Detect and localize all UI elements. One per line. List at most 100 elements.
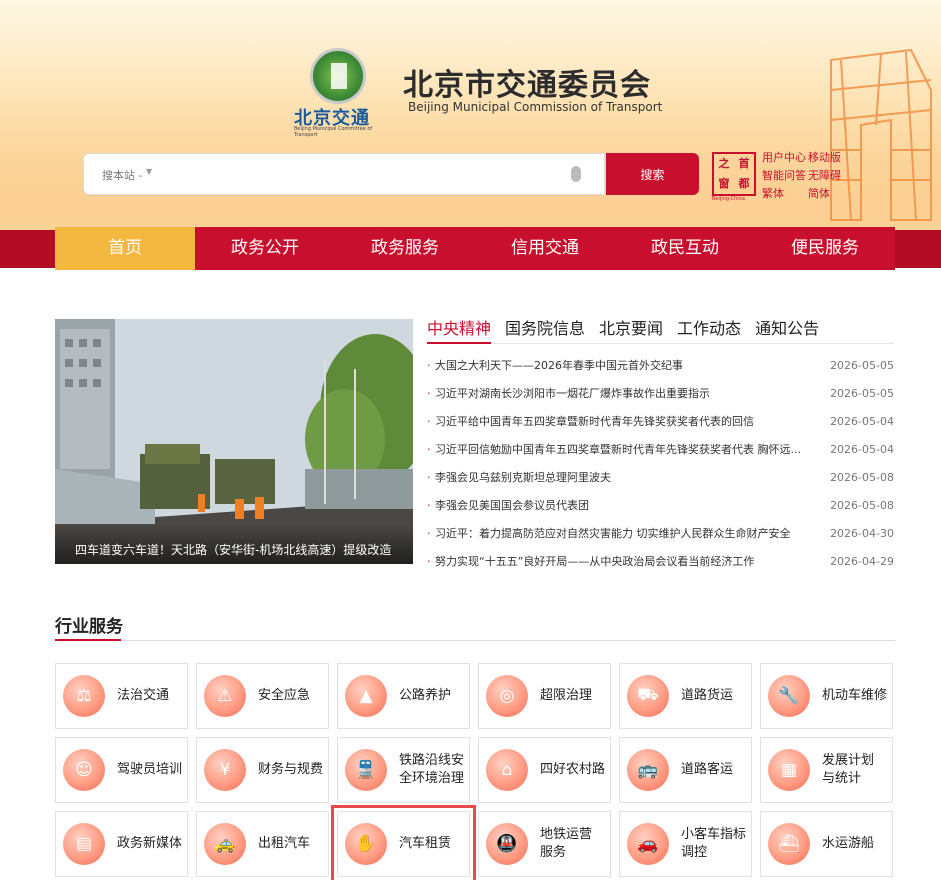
subway-icon: 🚇 <box>486 823 528 865</box>
taxi-icon: 🚕 <box>204 823 246 865</box>
ship-icon: ⛴ <box>768 823 810 865</box>
service-passenger-transport[interactable]: 🚌 道路客运 <box>619 737 752 803</box>
logo-emblem-icon <box>310 48 366 104</box>
news-date: 2026-05-08 <box>830 471 894 484</box>
news-title[interactable]: 习近平给中国青年五四奖章暨新时代青年先锋奖获奖者代表的回信 <box>427 408 812 436</box>
service-new-media[interactable]: ▤ 政务新媒体 <box>55 811 188 877</box>
service-label: 四好农村路 <box>540 762 606 777</box>
tab-beijing-news[interactable]: 北京要闻 <box>599 318 663 344</box>
quick-link-qa[interactable]: 智能问答 <box>762 168 806 183</box>
service-safety-emergency[interactable]: ⚠ 安全应急 <box>196 663 329 729</box>
list-item[interactable]: 习近平回信勉励中国青年五四奖章暨新时代青年先锋奖获奖者代表 胸怀远... 2026… <box>427 436 894 464</box>
service-label: 驾驶员培训 <box>117 762 183 777</box>
news-date: 2026-05-08 <box>830 499 894 512</box>
media-icon: ▤ <box>63 823 105 865</box>
news-title[interactable]: 习近平：着力提高防范应对自然灾害能力 切实维护人民群众生命财产安全 <box>427 520 812 548</box>
nav-government-services[interactable]: 政务服务 <box>335 227 475 270</box>
service-label: 出租汽车 <box>258 836 311 851</box>
news-tabs: 中央精神 国务院信息 北京要闻 工作动态 通知公告 <box>427 318 894 344</box>
list-item[interactable]: 李强会见乌兹别克斯坦总理阿里波夫 2026-05-08 <box>427 464 894 492</box>
news-date: 2026-05-04 <box>830 443 894 456</box>
capital-char: 窗 <box>718 177 730 190</box>
service-water-cruise[interactable]: ⛴ 水运游船 <box>760 811 893 877</box>
service-label: 公路养护 <box>399 688 452 703</box>
finance-icon: ¥ <box>204 749 246 791</box>
site-subtitle: Beijing Municipal Commission of Transpor… <box>408 100 663 114</box>
quick-links: 用户中心 移动版 智能问答 无障碍 繁体 简体 <box>762 150 852 201</box>
news-list: 大国之大利天下——2026年春季中国元首外交纪事 2026-05-05 习近平对湖… <box>427 352 894 576</box>
tab-state-council[interactable]: 国务院信息 <box>505 318 585 344</box>
tab-central-spirit[interactable]: 中央精神 <box>427 318 492 344</box>
search-button[interactable]: 搜索 <box>606 153 699 195</box>
capital-char: 之 <box>718 157 730 170</box>
overload-icon: ◎ <box>486 675 528 717</box>
news-date: 2026-05-05 <box>830 387 894 400</box>
nav-home[interactable]: 首页 <box>55 227 195 270</box>
service-label: 机动车维修 <box>822 688 888 703</box>
service-grid: ⚖ 法治交通 ⚠ 安全应急 ▲ 公路养护 ◎ 超限治理 ⛟ 道路货运 🔧 机动车维修 ☺ 驾驶… <box>55 663 895 880</box>
truck-icon: ⛟ <box>627 675 669 717</box>
section-title: 行业服务 <box>55 617 123 637</box>
microphone-icon[interactable] <box>571 166 581 182</box>
service-law-transport[interactable]: ⚖ 法治交通 <box>55 663 188 729</box>
service-taxi[interactable]: 🚕 出租汽车 <box>196 811 329 877</box>
statistics-icon: ▦ <box>768 749 810 791</box>
nav-public-services[interactable]: 便民服务 <box>755 227 895 270</box>
search-input[interactable]: 搜本站 - ▼ <box>83 153 605 195</box>
search-scope-dropdown[interactable]: 搜本站 - <box>102 167 142 183</box>
person-law-icon: ⚖ <box>63 675 105 717</box>
warning-doc-icon: ⚠ <box>204 675 246 717</box>
nav-credit-transport[interactable]: 信用交通 <box>475 227 615 270</box>
tab-notices[interactable]: 通知公告 <box>755 318 819 344</box>
service-finance-fees[interactable]: ¥ 财务与规费 <box>196 737 329 803</box>
service-label: 财务与规费 <box>258 762 324 777</box>
service-label: 发展计划与统计 <box>822 753 875 786</box>
service-rail-safety[interactable]: 🚆 铁路沿线安全环境治理 <box>337 737 470 803</box>
feature-slide[interactable]: 四车道变六车道！天北路（安华街-机场北线高速）提级改造 <box>55 319 413 564</box>
service-overload[interactable]: ◎ 超限治理 <box>478 663 611 729</box>
news-title[interactable]: 李强会见美国国会参议员代表团 <box>427 492 812 520</box>
tab-work-updates[interactable]: 工作动态 <box>677 318 741 344</box>
nav-government-affairs[interactable]: 政务公开 <box>195 227 335 270</box>
service-vehicle-repair[interactable]: 🔧 机动车维修 <box>760 663 893 729</box>
list-item[interactable]: 习近平：着力提高防范应对自然灾害能力 切实维护人民群众生命财产安全 2026-04… <box>427 520 894 548</box>
car-repair-icon: 🔧 <box>768 675 810 717</box>
capital-window-logo[interactable]: 之 首 窗 都 <box>712 152 756 196</box>
nav-interaction[interactable]: 政民互动 <box>615 227 755 270</box>
service-planning-statistics[interactable]: ▦ 发展计划与统计 <box>760 737 893 803</box>
quick-link-user-center[interactable]: 用户中心 <box>762 150 806 165</box>
service-car-rental[interactable]: ✋ 汽车租赁 <box>331 805 476 880</box>
news-title[interactable]: 习近平对湖南长沙浏阳市一烟花厂爆炸事故作出重要指示 <box>427 380 812 408</box>
list-item[interactable]: 习近平对湖南长沙浏阳市一烟花厂爆炸事故作出重要指示 2026-05-05 <box>427 380 894 408</box>
service-label: 地铁运营服务 <box>540 827 593 860</box>
list-item[interactable]: 大国之大利天下——2026年春季中国元首外交纪事 2026-05-05 <box>427 352 894 380</box>
quick-link-traditional[interactable]: 繁体 <box>762 186 806 201</box>
capital-char: 都 <box>738 177 750 190</box>
news-title[interactable]: 李强会见乌兹别克斯坦总理阿里波夫 <box>427 464 812 492</box>
service-label: 铁路沿线安全环境治理 <box>399 753 465 786</box>
service-label: 道路货运 <box>681 688 734 703</box>
service-road-maintenance[interactable]: ▲ 公路养护 <box>337 663 470 729</box>
list-item[interactable]: 努力实现“十五五”良好开局——从中央政治局会议看当前经济工作 2026-04-29 <box>427 548 894 576</box>
driver-icon: ☺ <box>63 749 105 791</box>
quick-link-accessibility[interactable]: 无障碍 <box>808 168 852 183</box>
list-item[interactable]: 李强会见美国国会参议员代表团 2026-05-08 <box>427 492 894 520</box>
service-road-freight[interactable]: ⛟ 道路货运 <box>619 663 752 729</box>
service-rural-road[interactable]: ⌂ 四好农村路 <box>478 737 611 803</box>
service-subway[interactable]: 🚇 地铁运营服务 <box>478 811 611 877</box>
logo[interactable]: 北京交通 Beijing Municipal Committee of Tran… <box>290 48 390 138</box>
car-quota-icon: 🚗 <box>627 823 669 865</box>
news-date: 2026-05-05 <box>830 359 894 372</box>
car-rental-icon: ✋ <box>345 823 387 865</box>
service-driver-training[interactable]: ☺ 驾驶员培训 <box>55 737 188 803</box>
quick-link-simplified[interactable]: 简体 <box>808 186 852 201</box>
news-title[interactable]: 努力实现“十五五”良好开局——从中央政治局会议看当前经济工作 <box>427 548 812 576</box>
service-car-quota[interactable]: 🚗 小客车指标调控 <box>619 811 752 877</box>
news-date: 2026-05-04 <box>830 415 894 428</box>
news-title[interactable]: 大国之大利天下——2026年春季中国元首外交纪事 <box>427 352 812 380</box>
news-title[interactable]: 习近平回信勉励中国青年五四奖章暨新时代青年先锋奖获奖者代表 胸怀远... <box>427 436 812 464</box>
service-label: 汽车租赁 <box>399 836 452 851</box>
quick-link-mobile[interactable]: 移动版 <box>808 150 852 165</box>
service-label: 政务新媒体 <box>117 836 183 851</box>
list-item[interactable]: 习近平给中国青年五四奖章暨新时代青年先锋奖获奖者代表的回信 2026-05-04 <box>427 408 894 436</box>
